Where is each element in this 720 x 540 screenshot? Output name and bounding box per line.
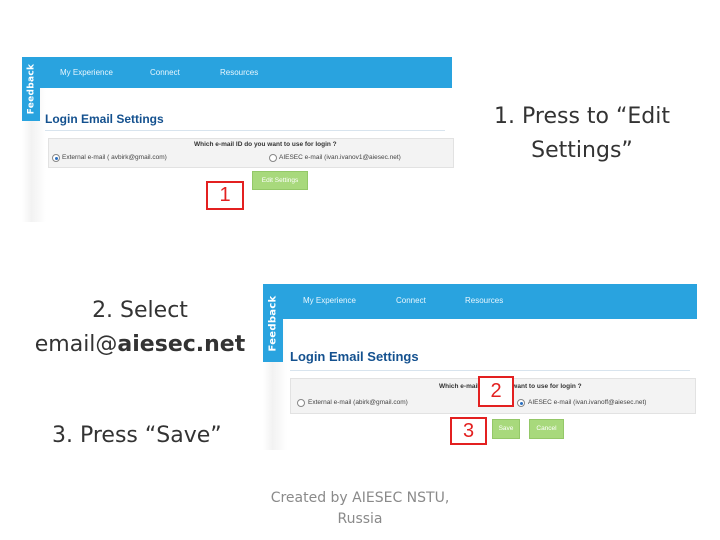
nav-my-experience[interactable]: My Experience — [60, 68, 113, 77]
caption-step1-line2: Settings” — [531, 138, 633, 163]
feedback-tab[interactable]: Feedback — [263, 284, 283, 362]
page-title: Login Email Settings — [45, 112, 164, 126]
title-divider — [45, 130, 445, 131]
feedback-tab[interactable]: Feedback — [22, 57, 40, 121]
radio-aiesec-email[interactable] — [517, 399, 525, 407]
top-navbar: My Experience Connect Resources — [40, 57, 452, 88]
caption-step1: 1. Press to “Edit Settings” — [470, 100, 694, 168]
radio-external-email[interactable] — [297, 399, 305, 407]
caption-step2-line1: 2. Select — [92, 298, 188, 323]
option-external-email[interactable]: External e-mail ( avbirk@gmail.com) — [62, 154, 167, 161]
radio-aiesec-email[interactable] — [269, 154, 277, 162]
title-divider — [290, 370, 690, 371]
caption-step2: 2. Select email@aiesec.net — [20, 294, 260, 362]
option-external-email[interactable]: External e-mail (abirk@gmail.com) — [308, 399, 408, 406]
page-title: Login Email Settings — [290, 349, 419, 364]
radio-external-email[interactable] — [52, 154, 60, 162]
step-marker-1: 1 — [206, 181, 244, 210]
top-navbar: My Experience Connect Resources — [283, 284, 697, 319]
login-question: Which e-mail ID do you want to use for l… — [194, 141, 337, 148]
step-marker-3: 3 — [450, 417, 487, 445]
nav-resources[interactable]: Resources — [465, 296, 503, 305]
option-aiesec-email[interactable]: AIESEC e-mail (ivan.ivanov1@aiesec.net) — [279, 154, 401, 161]
caption-step3: 3. Press “Save” — [52, 423, 222, 448]
option-aiesec-email[interactable]: AIESEC e-mail (ivan.ivanoff@aiesec.net) — [528, 399, 646, 406]
cancel-button[interactable]: Cancel — [529, 419, 564, 439]
footer-credit: Created by AIESEC NSTU, Russia — [255, 488, 465, 530]
caption-step2-email-domain: aiesec.net — [117, 332, 246, 357]
footer-line1: Created by AIESEC NSTU, — [270, 490, 450, 506]
footer-line2: Russia — [337, 511, 383, 527]
save-button[interactable]: Save — [492, 419, 520, 439]
nav-connect[interactable]: Connect — [150, 68, 180, 77]
step-marker-2: 2 — [478, 376, 514, 407]
nav-my-experience[interactable]: My Experience — [303, 296, 356, 305]
login-email-options: Which e-mail ID do you want to use for l… — [48, 138, 454, 168]
caption-step2-line2: email@aiesec.net — [20, 328, 260, 362]
nav-resources[interactable]: Resources — [220, 68, 258, 77]
caption-step1-line1: 1. Press to “Edit — [494, 104, 670, 129]
caption-step2-email-prefix: email@ — [34, 332, 118, 357]
edit-settings-button[interactable]: Edit Settings — [252, 171, 308, 190]
nav-connect[interactable]: Connect — [396, 296, 426, 305]
